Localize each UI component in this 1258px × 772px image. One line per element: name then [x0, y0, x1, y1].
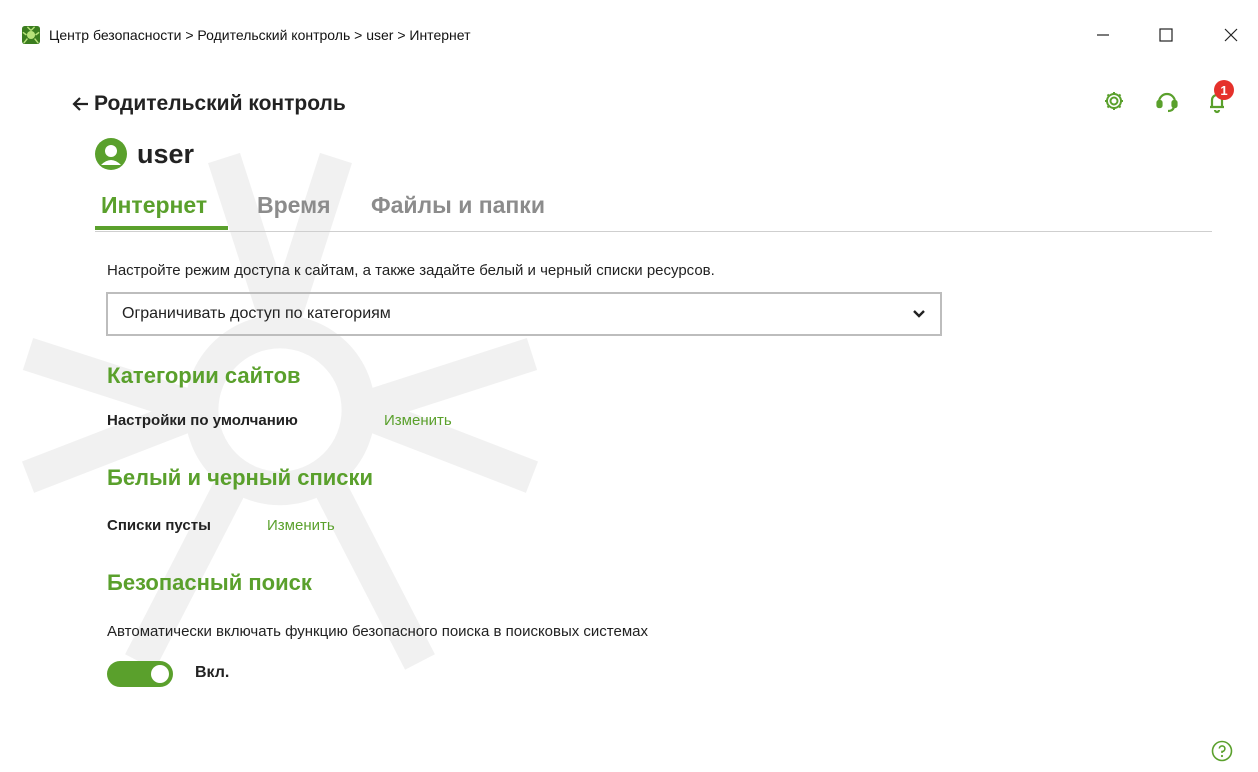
headset-icon[interactable]	[1154, 88, 1180, 114]
close-button[interactable]	[1208, 18, 1254, 52]
toggle-knob	[151, 665, 169, 683]
categories-title: Категории сайтов	[107, 363, 301, 388]
title-bar: Центр безопасности > Родительский контро…	[0, 0, 1258, 72]
intro-text: Настройте режим доступа к сайтам, а такж…	[107, 262, 715, 279]
categories-change-link[interactable]: Изменить	[384, 412, 452, 429]
back-to-parental-control[interactable]: Родительский контроль	[72, 92, 346, 116]
user-header: user	[95, 138, 194, 170]
tab-internet[interactable]: Интернет	[101, 192, 207, 219]
tab-files-folders[interactable]: Файлы и папки	[371, 192, 545, 219]
minimize-icon	[1097, 34, 1109, 36]
back-arrow-icon	[72, 97, 88, 111]
lists-change-link[interactable]: Изменить	[267, 517, 335, 534]
tab-time[interactable]: Время	[257, 192, 331, 219]
maximize-button[interactable]	[1143, 18, 1189, 52]
notification-badge: 1	[1214, 80, 1234, 100]
safe-search-title: Безопасный поиск	[107, 570, 312, 595]
close-icon	[1224, 28, 1238, 42]
categories-status: Настройки по умолчанию	[107, 412, 298, 429]
user-name: user	[137, 138, 195, 169]
window-title: Центр безопасности > Родительский контро…	[49, 27, 471, 43]
minimize-button[interactable]	[1080, 18, 1126, 52]
access-mode-select[interactable]: Ограничивать доступ по категориям	[106, 292, 942, 336]
lists-title: Белый и черный списки	[107, 465, 374, 490]
safe-search-toggle[interactable]	[107, 661, 173, 687]
maximize-icon	[1159, 28, 1173, 42]
user-avatar-icon	[95, 138, 127, 170]
back-label: Родительский контроль	[94, 92, 346, 115]
help-icon[interactable]	[1211, 740, 1233, 762]
lists-status: Списки пусты	[107, 517, 211, 534]
gear-icon[interactable]	[1101, 88, 1127, 114]
chevron-down-icon	[913, 310, 925, 318]
app-logo-icon	[22, 26, 40, 44]
active-tab-indicator	[95, 226, 228, 230]
tab-bar: Интернет Время Файлы и папки	[95, 188, 1212, 232]
safe-search-description: Автоматически включать функцию безопасно…	[107, 623, 649, 640]
safe-search-toggle-label: Вкл.	[195, 664, 230, 681]
access-mode-value: Ограничивать доступ по категориям	[122, 305, 391, 322]
